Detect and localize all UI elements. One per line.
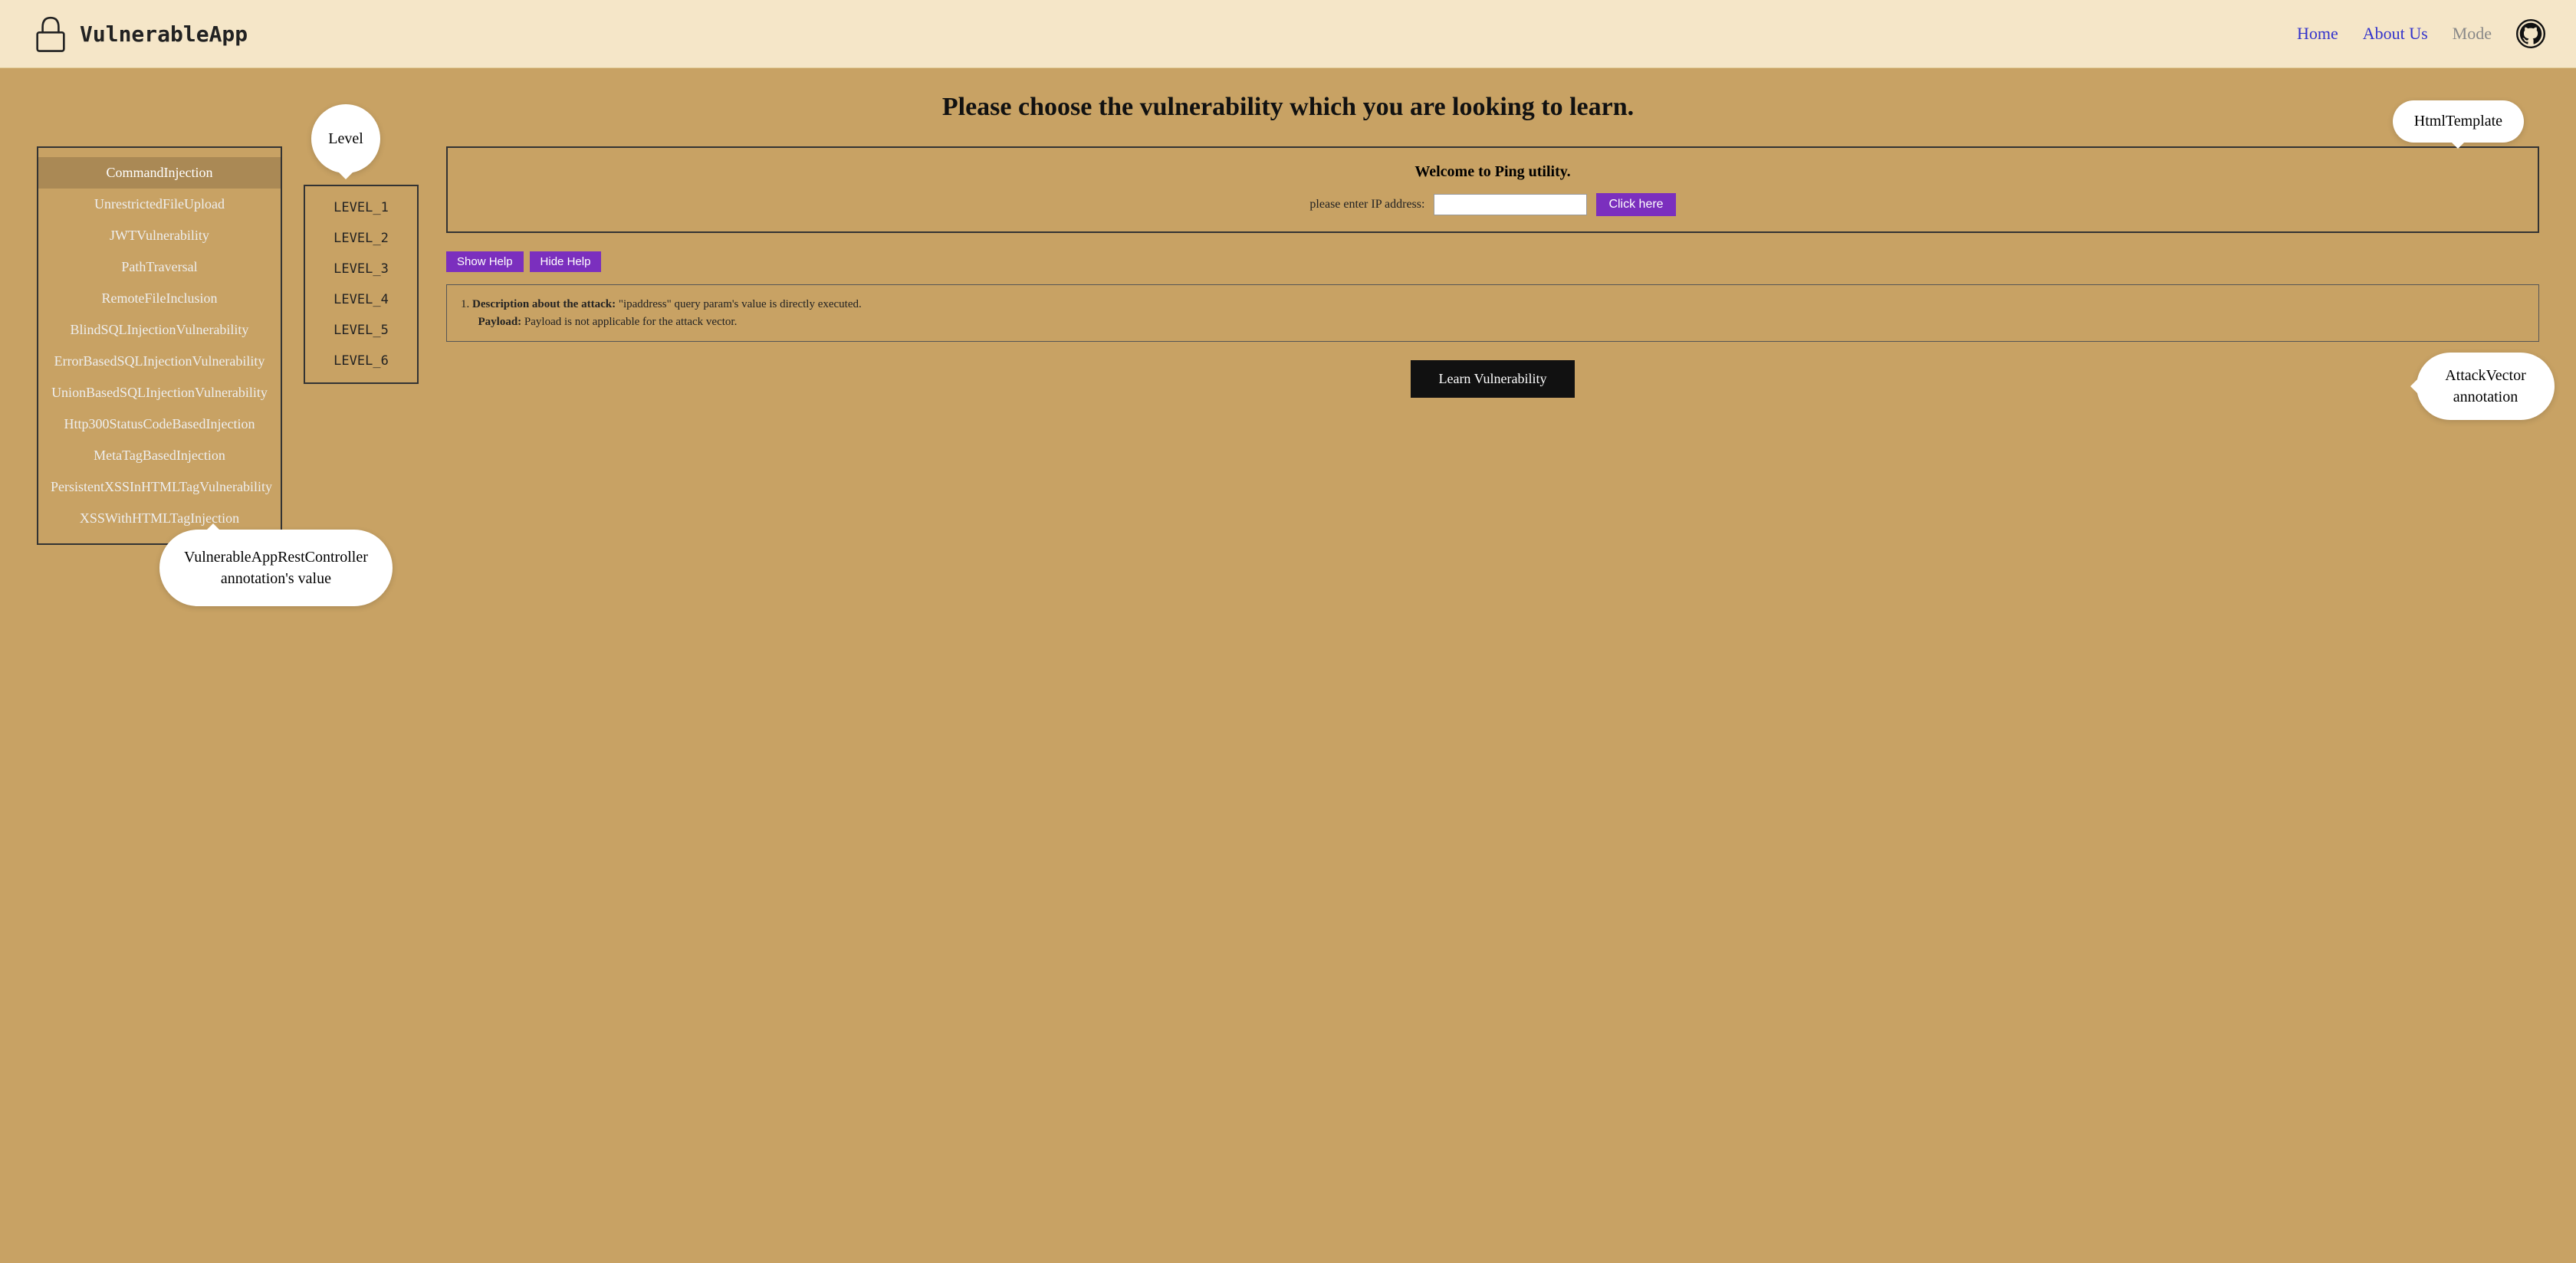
vuln-item[interactable]: JWTVulnerability — [38, 220, 281, 251]
vuln-item[interactable]: PathTraversal — [38, 251, 281, 283]
level-item[interactable]: LEVEL_1 — [305, 192, 417, 223]
help-controls: Show Help Hide Help — [446, 251, 2539, 272]
vuln-item[interactable]: ErrorBasedSQLInjectionVulnerability — [38, 346, 281, 377]
level-list: LEVEL_1LEVEL_2LEVEL_3LEVEL_4LEVEL_5LEVEL… — [304, 185, 419, 384]
logo: VulnerableApp — [31, 14, 248, 54]
ping-input[interactable] — [1434, 194, 1587, 215]
vuln-item[interactable]: RemoteFileInclusion — [38, 283, 281, 314]
ping-form: please enter IP address: Click here — [466, 193, 2519, 216]
level-item[interactable]: LEVEL_3 — [305, 254, 417, 284]
show-help-button[interactable]: Show Help — [446, 251, 524, 272]
main-nav: Home About Us Mode — [2297, 19, 2545, 48]
page-title: Please choose the vulnerability which yo… — [37, 93, 2539, 122]
learn-btn-row: Learn Vulnerability AttackVectorannotati… — [446, 360, 2539, 398]
vuln-item[interactable]: MetaTagBasedInjection — [38, 440, 281, 471]
lock-icon — [31, 14, 71, 54]
help-number: 1. — [461, 298, 472, 310]
help-box: 1. Description about the attack: "ipaddr… — [446, 284, 2539, 342]
ping-box: Welcome to Ping utility. please enter IP… — [446, 146, 2539, 233]
level-item[interactable]: LEVEL_6 — [305, 346, 417, 376]
nav-about[interactable]: About Us — [2363, 24, 2428, 44]
vuln-item[interactable]: UnrestrictedFileUpload — [38, 189, 281, 220]
github-icon[interactable] — [2516, 19, 2545, 48]
level-section: Level LEVEL_1LEVEL_2LEVEL_3LEVEL_4LEVEL_… — [304, 146, 419, 384]
hide-help-button[interactable]: Hide Help — [530, 251, 602, 272]
main-content: Please choose the vulnerability which yo… — [0, 68, 2576, 1262]
header: VulnerableApp Home About Us Mode — [0, 0, 2576, 68]
logo-text: VulnerableApp — [80, 21, 248, 47]
ping-button[interactable]: Click here — [1596, 193, 1675, 216]
vuln-item[interactable]: UnionBasedSQLInjectionVulnerability — [38, 377, 281, 408]
nav-home[interactable]: Home — [2297, 24, 2338, 44]
learn-vulnerability-button[interactable]: Learn Vulnerability — [1411, 360, 1574, 398]
vuln-item[interactable]: Http300StatusCodeBasedInjection — [38, 408, 281, 440]
help-description-text: "ipaddress" query param's value is direc… — [616, 298, 862, 310]
vuln-item[interactable]: BlindSQLInjectionVulnerability — [38, 314, 281, 346]
help-description-bold: Description about the attack: — [472, 298, 616, 310]
help-payload-text: Payload is not applicable for the attack… — [521, 316, 737, 328]
nav-mode[interactable]: Mode — [2453, 24, 2492, 44]
level-item[interactable]: LEVEL_4 — [305, 284, 417, 315]
attack-vector-bubble: AttackVectorannotation — [2417, 353, 2555, 420]
vuln-item[interactable]: CommandInjection — [38, 157, 281, 189]
vuln-item[interactable]: PersistentXSSInHTMLTagVulnerability — [38, 471, 281, 503]
right-panel: HtmlTemplate Welcome to Ping utility. pl… — [446, 146, 2539, 398]
vulnerability-list: CommandInjectionUnrestrictedFileUploadJW… — [37, 146, 282, 545]
html-template-bubble: HtmlTemplate — [2393, 100, 2524, 143]
level-item[interactable]: LEVEL_2 — [305, 223, 417, 254]
rest-controller-bubble: VulnerableAppRestControllerannotation's … — [159, 530, 393, 606]
help-payload-bold: Payload: — [478, 316, 522, 328]
ping-title: Welcome to Ping utility. — [466, 163, 2519, 181]
level-bubble: Level — [311, 104, 380, 173]
content-area: CommandInjectionUnrestrictedFileUploadJW… — [37, 146, 2539, 545]
level-item[interactable]: LEVEL_5 — [305, 315, 417, 346]
ping-label: please enter IP address: — [1309, 198, 1424, 212]
